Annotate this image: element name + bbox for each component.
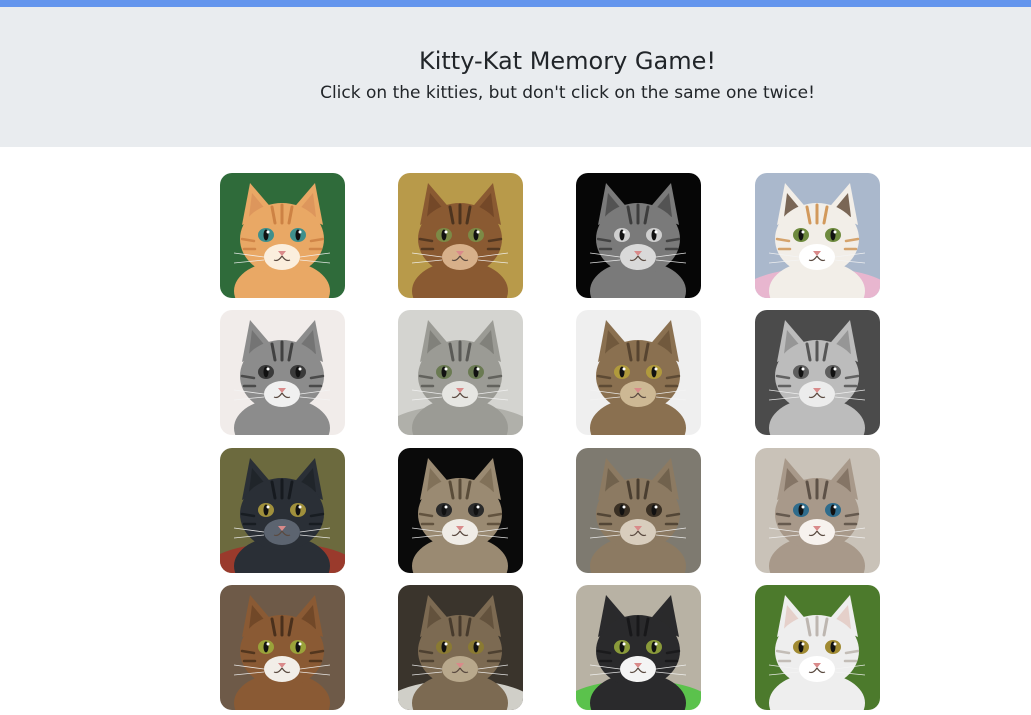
kitty-card-lying-tabby-cat[interactable] bbox=[398, 585, 523, 710]
cat-image bbox=[398, 173, 523, 298]
cat-image bbox=[755, 585, 880, 710]
cat-image bbox=[755, 310, 880, 435]
kitty-card-white-cat-in-grass[interactable] bbox=[755, 585, 880, 710]
cat-image bbox=[398, 448, 523, 573]
cat-image bbox=[220, 448, 345, 573]
kitty-card-black-white-photo-cat[interactable] bbox=[576, 173, 701, 298]
kitty-card-calico-cat-on-pink-blanket[interactable] bbox=[755, 173, 880, 298]
cat-image bbox=[576, 448, 701, 573]
cat-image bbox=[576, 585, 701, 710]
cat-image bbox=[398, 585, 523, 710]
kitty-card-sleeping-gray-tabby[interactable] bbox=[220, 310, 345, 435]
kitty-card-cat-tongue-out[interactable] bbox=[398, 448, 523, 573]
kitty-card-tuxedo-cat-on-green[interactable] bbox=[576, 585, 701, 710]
kitty-card-surprised-kitten[interactable] bbox=[755, 448, 880, 573]
kitty-card-grid bbox=[220, 173, 880, 713]
kitty-card-wet-black-cat[interactable] bbox=[220, 448, 345, 573]
cat-image bbox=[220, 310, 345, 435]
kitty-card-orange-tabby-kitten[interactable] bbox=[220, 173, 345, 298]
cat-image bbox=[755, 173, 880, 298]
header-jumbotron: Kitty-Kat Memory Game! Click on the kitt… bbox=[0, 7, 1031, 147]
cat-image bbox=[576, 310, 701, 435]
kitty-card-yawning-cat[interactable] bbox=[576, 448, 701, 573]
kitty-card-brown-tabby-cat[interactable] bbox=[398, 173, 523, 298]
cat-image bbox=[576, 173, 701, 298]
cat-image bbox=[220, 585, 345, 710]
page-subtitle: Click on the kitties, but don't click on… bbox=[320, 83, 815, 103]
kitty-card-fluffy-maine-coon[interactable] bbox=[576, 310, 701, 435]
kitty-card-brown-white-tabby[interactable] bbox=[220, 585, 345, 710]
kitty-card-bw-tabby-kitten[interactable] bbox=[755, 310, 880, 435]
cat-image bbox=[220, 173, 345, 298]
cat-image bbox=[398, 310, 523, 435]
cat-image bbox=[755, 448, 880, 573]
page-title: Kitty-Kat Memory Game! bbox=[418, 47, 717, 75]
top-accent-bar bbox=[0, 0, 1031, 7]
kitty-card-upside-down-gray-cat[interactable] bbox=[398, 310, 523, 435]
